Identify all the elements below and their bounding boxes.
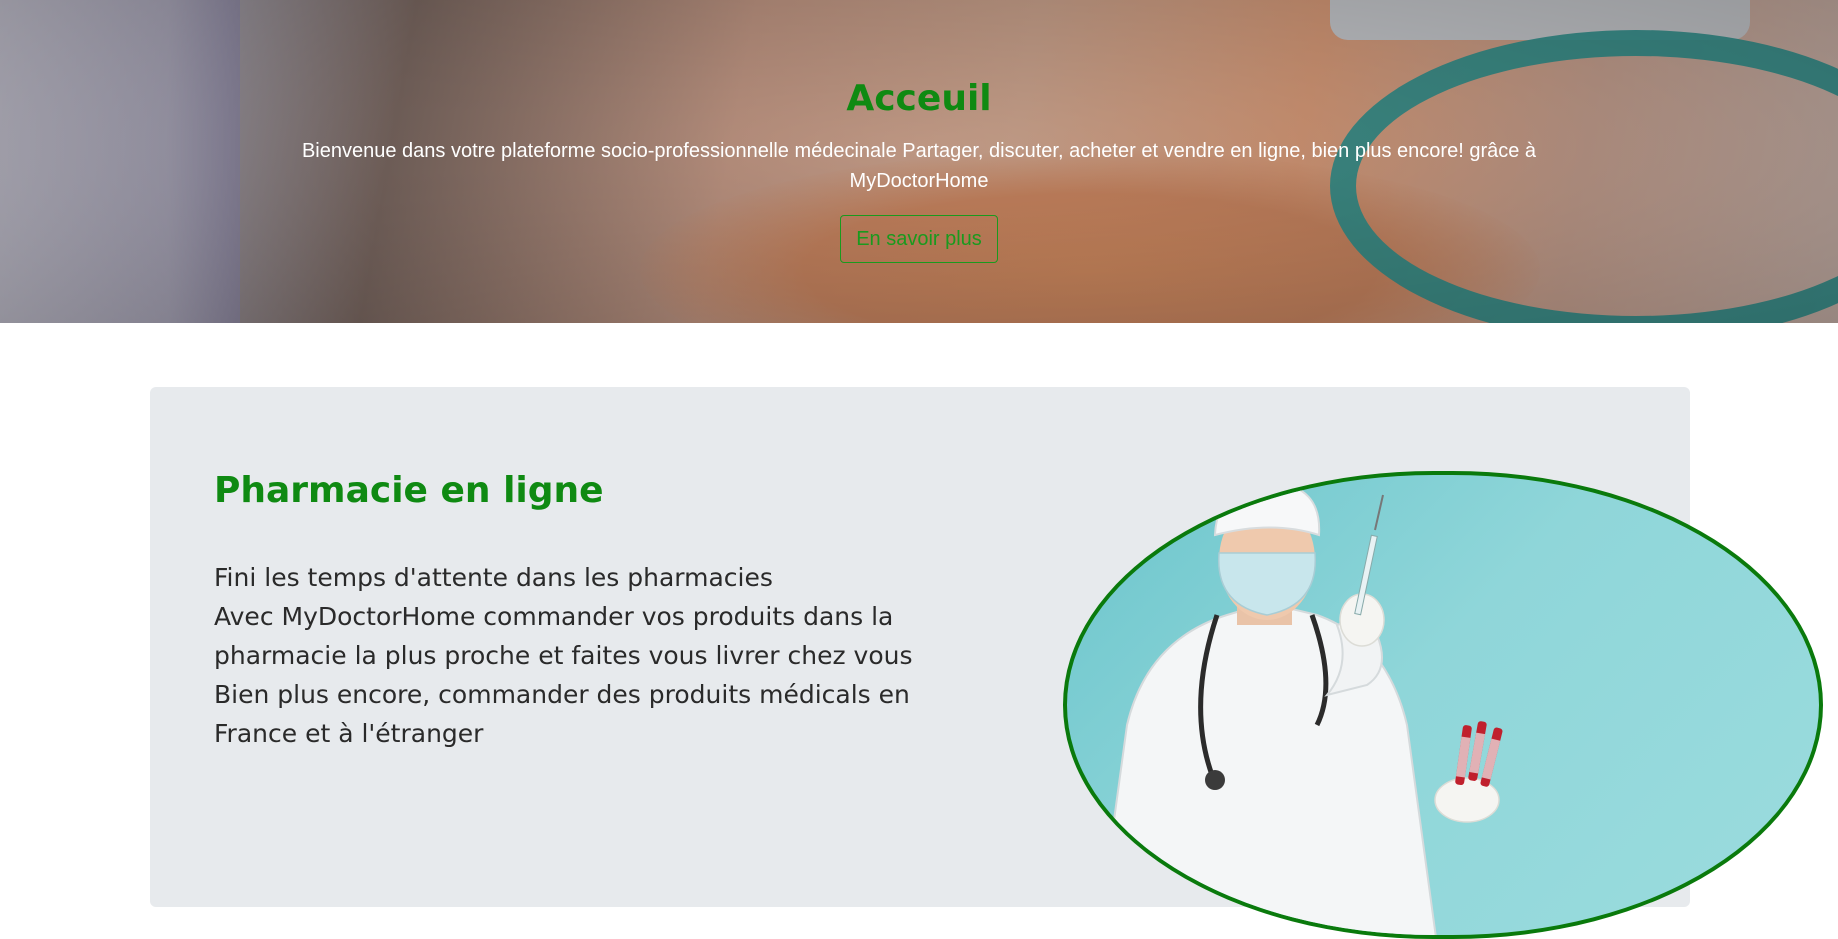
pharmacy-line: Avec MyDoctorHome commander vos produits… (214, 602, 894, 631)
pharmacy-line: pharmacie la plus proche et faites vous … (214, 641, 913, 670)
hero-content: Acceuil Bienvenue dans votre plateforme … (0, 0, 1838, 323)
hero-description: Bienvenue dans votre plateforme socio-pr… (301, 140, 1537, 192)
pharmacy-line: Bien plus encore, commander des produits… (214, 680, 910, 709)
pharmacy-line: Fini les temps d'attente dans les pharma… (214, 563, 773, 592)
pharmacy-line: France et à l'étranger (214, 719, 484, 748)
hero-title: Acceuil (846, 78, 992, 119)
pharmacy-title: Pharmacie en ligne (214, 470, 604, 511)
learn-more-button[interactable]: En savoir plus (840, 215, 998, 263)
doctor-photo (1063, 471, 1823, 939)
doctor-illustration (1097, 481, 1503, 935)
hero-banner: Acceuil Bienvenue dans votre plateforme … (0, 0, 1838, 323)
pharmacy-description: Fini les temps d'attente dans les pharma… (214, 558, 974, 753)
